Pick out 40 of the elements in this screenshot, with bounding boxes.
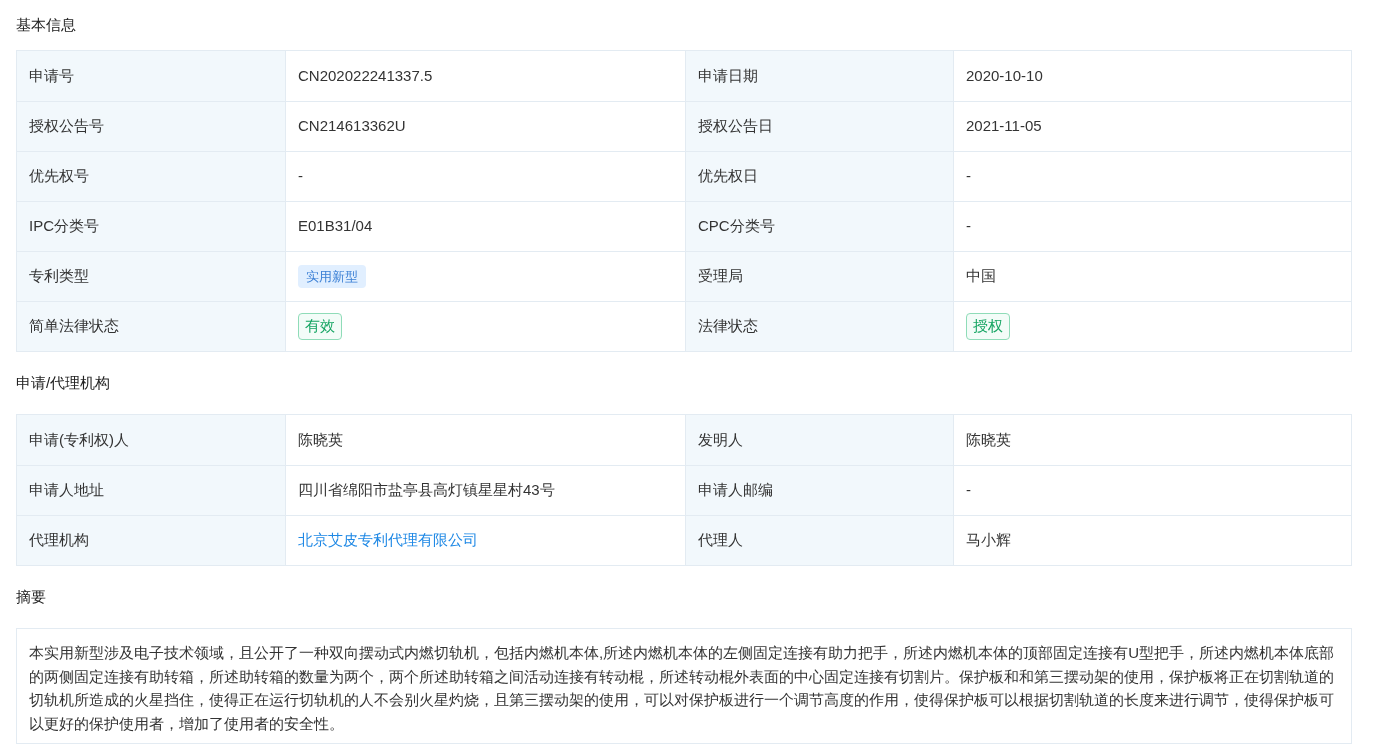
label-cell: 专利类型	[17, 252, 285, 301]
field-value: 中国	[966, 266, 996, 287]
field-value: 陈晓英	[966, 429, 1011, 450]
field-value: -	[966, 216, 971, 237]
abstract-text: 本实用新型涉及电子技术领域，且公开了一种双向摆动式内燃切轨机，包括内燃机本体,所述内燃机本体的左侧固定连接有助力把手，所述内燃机本体的顶部固定连接有U型把手，所述内燃机本体底部的两侧固定连接有助转箱，所述助转箱的数量为两个，两个所述助转箱之间活动连接有转动棍，所述转动棍外表面的中心固定连接有切割片。保护板和和第三摆动架的使用，保护板将正在切割轨道的切轨机所造成的火星挡住，使得正在运行切轨机的人不会别火星灼烧，且第三摆动架的使用，可以对保护板进行一个调节高度的作用，使得保护板可以根据切割轨道的长度来进行调节，使得保护板可以更好的保护使用者，增加了使用者的安全性。	[29, 643, 1335, 734]
label-cell: 优先权号	[17, 152, 285, 201]
label-cell: 代理机构	[17, 516, 285, 565]
label-cell: 代理人	[685, 516, 953, 565]
section-title: 申请/代理机构	[15, 372, 112, 393]
patent-type-tag: 实用新型	[298, 264, 366, 289]
label-cell: IPC分类号	[17, 202, 285, 251]
label-cell: 申请人邮编	[685, 466, 953, 515]
section-title: 基本信息	[15, 14, 77, 35]
field-value: 马小辉	[966, 530, 1011, 551]
section-title: 摘要	[15, 586, 47, 607]
field-value: -	[966, 166, 971, 187]
label-cell: 授权公告日	[685, 102, 953, 151]
label-cell: 法律状态	[685, 302, 953, 351]
label-cell: 申请人地址	[17, 466, 285, 515]
label-cell: 授权公告号	[17, 102, 285, 151]
field-value: -	[298, 166, 303, 187]
field-value: 四川省绵阳市盐亭县高灯镇星星村43号	[298, 480, 555, 501]
label-cell: 优先权日	[685, 152, 953, 201]
field-value: CN214613362U	[298, 116, 406, 137]
label-cell: 简单法律状态	[17, 302, 285, 351]
field-value: 2021-11-05	[966, 116, 1042, 137]
agency-link[interactable]: 北京艾皮专利代理有限公司	[298, 529, 478, 552]
label-cell: 受理局	[685, 252, 953, 301]
field-value: CN202022241337.5	[298, 65, 433, 86]
field-value: -	[966, 480, 971, 501]
status-tag: 有效	[298, 313, 342, 340]
field-value: 陈晓英	[298, 429, 343, 450]
status-tag: 授权	[966, 313, 1010, 340]
field-value: 2020-10-10	[966, 65, 1043, 86]
label-cell: 申请(专利权)人	[17, 415, 285, 465]
field-value: E01B31/04	[298, 216, 373, 237]
label-cell: 申请号	[17, 51, 285, 101]
label-cell: 发明人	[685, 415, 953, 465]
label-cell: 申请日期	[685, 51, 953, 101]
label-cell: CPC分类号	[685, 202, 953, 251]
